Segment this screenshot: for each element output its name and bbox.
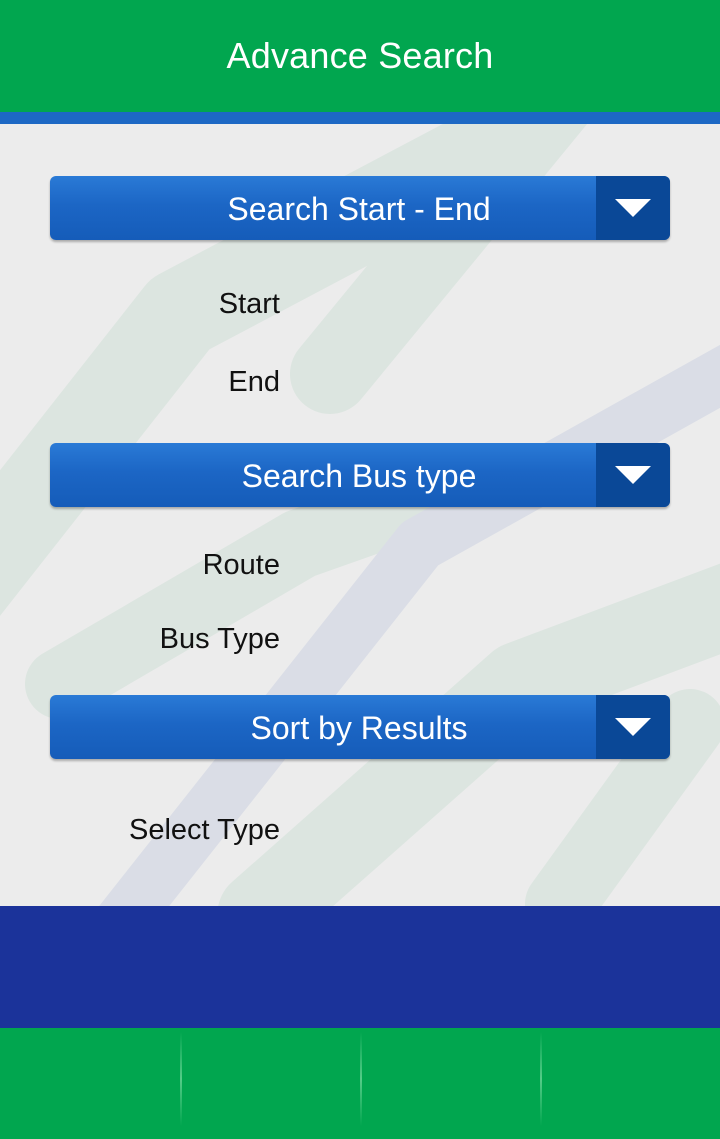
page-title: Advance Search — [226, 35, 494, 76]
background-map-art — [0, 124, 720, 906]
header-divider — [0, 112, 720, 124]
tab-4[interactable] — [540, 1028, 720, 1139]
start-field-label[interactable]: Start — [50, 288, 280, 321]
search-form: Search Start - End Start End Search Bus … — [0, 124, 720, 906]
route-field-label[interactable]: Route — [50, 549, 280, 582]
search-start-end-dropdown[interactable]: Search Start - End — [50, 176, 670, 240]
app-header: Advance Search — [0, 0, 720, 112]
chevron-down-icon[interactable] — [596, 695, 670, 759]
tab-1[interactable] — [0, 1028, 180, 1139]
end-field-label[interactable]: End — [50, 366, 280, 399]
ad-banner[interactable] — [0, 906, 720, 1028]
select-type-field-label[interactable]: Select Type — [50, 814, 280, 847]
tab-3[interactable] — [360, 1028, 540, 1139]
chevron-down-icon[interactable] — [596, 176, 670, 240]
tab-2[interactable] — [180, 1028, 360, 1139]
bottom-tab-bar — [0, 1028, 720, 1139]
bus-type-field-label[interactable]: Bus Type — [50, 623, 280, 656]
sort-by-results-dropdown[interactable]: Sort by Results — [50, 695, 670, 759]
chevron-down-icon[interactable] — [596, 443, 670, 507]
search-bus-type-label: Search Bus type — [241, 458, 477, 494]
search-bus-type-dropdown[interactable]: Search Bus type — [50, 443, 670, 507]
search-start-end-label: Search Start - End — [227, 191, 491, 227]
sort-by-results-label: Sort by Results — [250, 710, 468, 746]
